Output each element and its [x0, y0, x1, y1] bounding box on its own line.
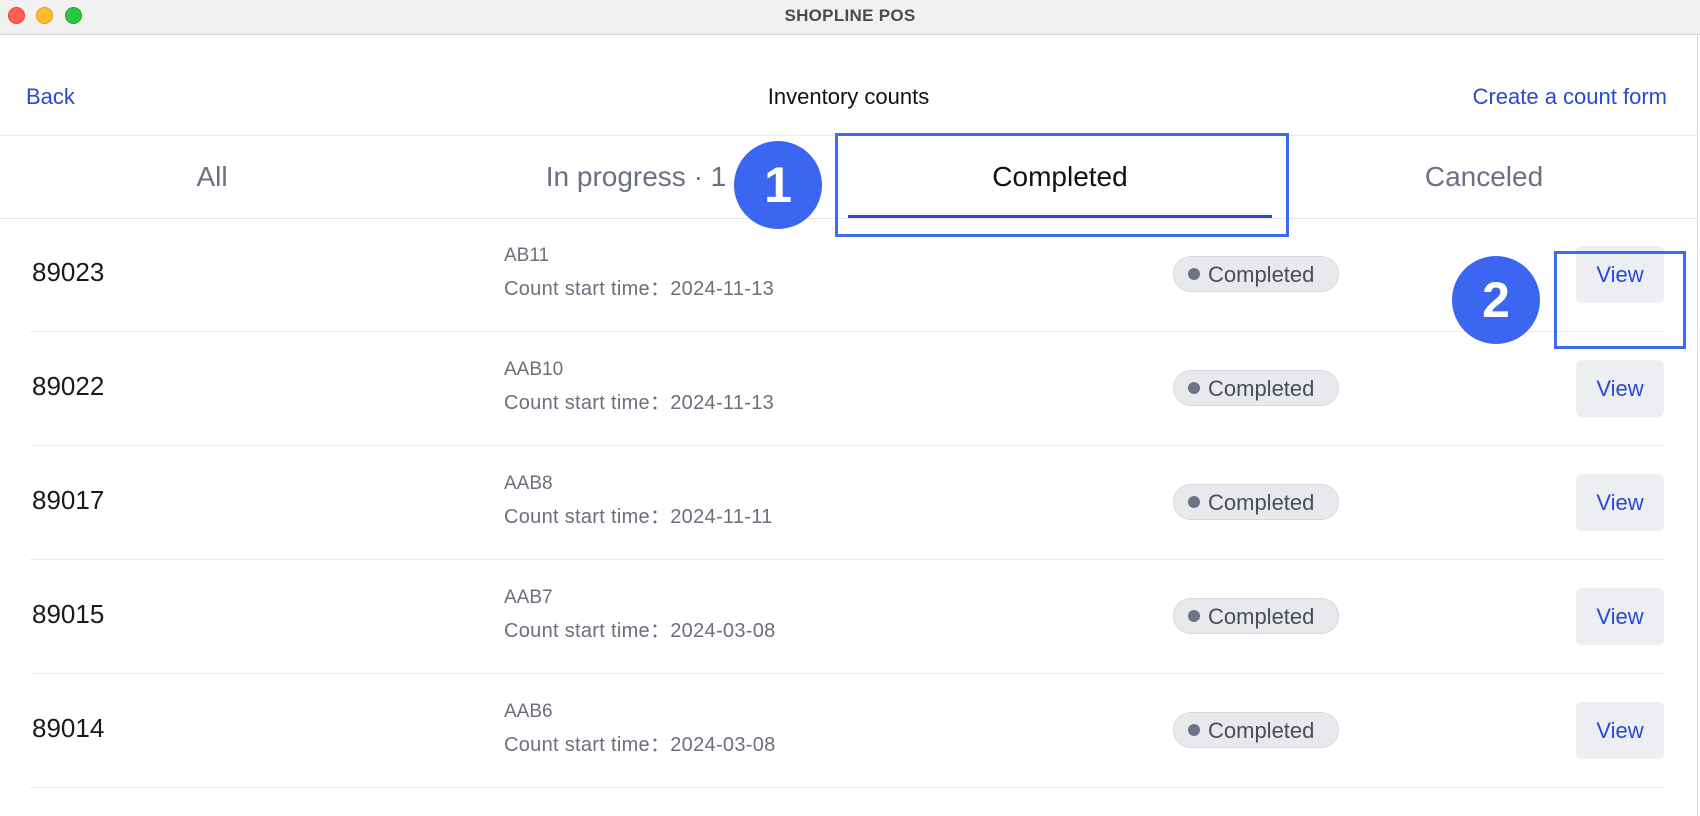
count-start-time: Count start time：2024-03-08 [504, 734, 776, 756]
status-text: Completed [1208, 718, 1315, 743]
status-dot-icon [1188, 382, 1200, 394]
status-text: Completed [1208, 376, 1315, 401]
tab-canceled[interactable]: Canceled [1272, 136, 1696, 218]
list-item: 89015 AAB7 Count start time：2024-03-08 C… [30, 561, 1664, 674]
view-button[interactable]: View [1576, 360, 1664, 417]
completed-tab-highlight [835, 133, 1289, 237]
status-badge: Completed [1173, 598, 1339, 634]
create-count-form-link[interactable]: Create a count form [1473, 84, 1667, 110]
view-button-highlight [1554, 251, 1686, 349]
tab-all[interactable]: All [0, 136, 424, 218]
window-edge [1697, 34, 1698, 816]
list-item: 89022 AAB10 Count start time：2024-11-13 … [30, 333, 1664, 446]
page-header: Back Inventory counts Create a count for… [0, 34, 1697, 136]
status-badge: Completed [1173, 712, 1339, 748]
count-name: AB11 [504, 245, 550, 266]
view-button[interactable]: View [1576, 702, 1664, 759]
count-start-time: Count start time：2024-11-13 [504, 392, 775, 414]
status-badge: Completed [1173, 370, 1339, 406]
count-id: 89023 [32, 257, 105, 287]
title-bar: SHOPLINE POS [0, 0, 1700, 35]
list-item: 89017 AAB8 Count start time：2024-11-11 C… [30, 447, 1664, 560]
status-text: Completed [1208, 490, 1315, 515]
count-id: 89017 [32, 485, 105, 515]
count-id: 89014 [32, 713, 105, 743]
status-badge: Completed [1173, 484, 1339, 520]
count-name: AAB10 [504, 359, 564, 380]
status-dot-icon [1188, 496, 1200, 508]
step-1-badge: 1 [734, 141, 822, 229]
status-text: Completed [1208, 604, 1315, 629]
status-dot-icon [1188, 268, 1200, 280]
count-start-time: Count start time：2024-11-11 [504, 506, 773, 528]
count-start-time: Count start time：2024-03-08 [504, 620, 776, 642]
view-button[interactable]: View [1576, 474, 1664, 531]
list-item: 89014 AAB6 Count start time：2024-03-08 C… [30, 675, 1664, 788]
step-2-badge: 2 [1452, 256, 1540, 344]
status-badge: Completed [1173, 256, 1339, 292]
count-name: AAB6 [504, 701, 553, 722]
count-start-time: Count start time：2024-11-13 [504, 278, 775, 300]
app-window: SHOPLINE POS Back Inventory counts Creat… [0, 0, 1700, 816]
view-button[interactable]: View [1576, 588, 1664, 645]
status-text: Completed [1208, 262, 1315, 287]
count-name: AAB7 [504, 587, 553, 608]
count-id: 89015 [32, 599, 105, 629]
status-dot-icon [1188, 610, 1200, 622]
count-id: 89022 [32, 371, 105, 401]
page-title: Inventory counts [767, 84, 930, 109]
window-title: SHOPLINE POS [784, 6, 916, 25]
count-name: AAB8 [504, 473, 553, 494]
status-dot-icon [1188, 724, 1200, 736]
